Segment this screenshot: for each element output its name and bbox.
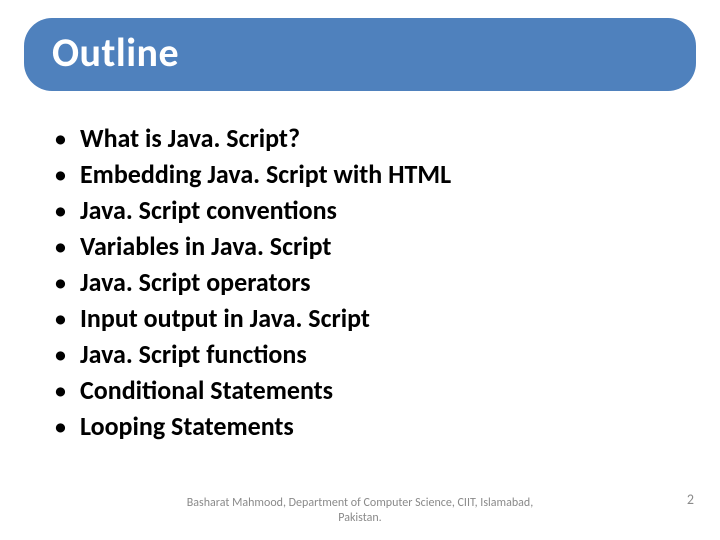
list-item: • Conditional Statements [50, 373, 698, 407]
list-item: • What is Java. Script? [50, 121, 698, 155]
bullet-icon: • [50, 229, 80, 263]
bullet-icon: • [50, 337, 80, 371]
footer: Basharat Mahmood, Department of Computer… [0, 496, 720, 526]
list-item-text: Conditional Statements [80, 373, 333, 407]
slide-title: Outline [52, 28, 668, 77]
bullet-icon: • [50, 409, 80, 443]
bullet-icon: • [50, 265, 80, 299]
list-item-text: Java. Script operators [80, 265, 311, 299]
list-item-text: Java. Script conventions [80, 193, 337, 227]
bullet-icon: • [50, 301, 80, 335]
list-item: • Java. Script conventions [50, 193, 698, 227]
list-item-text: Java. Script functions [80, 337, 307, 371]
footer-author: Basharat Mahmood, Department of Computer… [0, 496, 720, 526]
list-item-text: Variables in Java. Script [80, 229, 331, 263]
title-bar: Outline [24, 18, 696, 91]
list-item-text: Looping Statements [80, 409, 294, 443]
list-item-text: Input output in Java. Script [80, 301, 370, 335]
bullet-icon: • [50, 121, 80, 155]
bullet-icon: • [50, 193, 80, 227]
list-item: • Input output in Java. Script [50, 301, 698, 335]
list-item: • Variables in Java. Script [50, 229, 698, 263]
outline-list: • What is Java. Script? • Embedding Java… [22, 121, 698, 443]
list-item: • Looping Statements [50, 409, 698, 443]
slide: Outline • What is Java. Script? • Embedd… [0, 0, 720, 540]
bullet-icon: • [50, 157, 80, 191]
page-number: 2 [687, 491, 694, 508]
list-item-text: Embedding Java. Script with HTML [80, 157, 451, 191]
list-item: • Embedding Java. Script with HTML [50, 157, 698, 191]
list-item: • Java. Script functions [50, 337, 698, 371]
list-item: • Java. Script operators [50, 265, 698, 299]
bullet-icon: • [50, 373, 80, 407]
list-item-text: What is Java. Script? [80, 121, 300, 155]
